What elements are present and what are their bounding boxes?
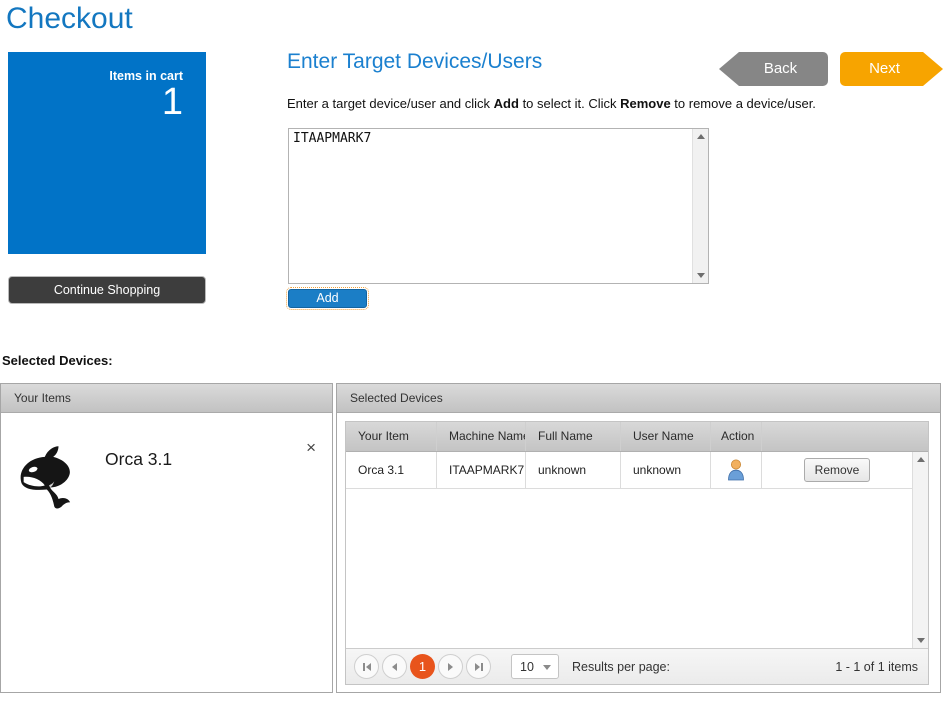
instruction-bold-remove: Remove: [620, 96, 671, 111]
column-header-remove: [762, 422, 928, 451]
cell-remove: Remove: [762, 452, 912, 488]
chevron-down-icon: [543, 665, 551, 670]
cell-your-item: Orca 3.1: [346, 452, 437, 488]
column-header-full-name: Full Name: [526, 422, 621, 451]
current-page-button[interactable]: 1: [410, 654, 435, 679]
previous-page-button[interactable]: [382, 654, 407, 679]
selected-devices-header: Selected Devices: [337, 384, 940, 413]
column-header-machine-name: Machine Name: [437, 422, 526, 451]
enter-target-heading: Enter Target Devices/Users: [287, 50, 542, 74]
checkout-page: Checkout Items in cart 1 Continue Shoppi…: [0, 0, 951, 701]
instruction-part3: to remove a device/user.: [671, 96, 816, 111]
table-row: Orca 3.1 ITAAPMARK7 unknown unknown Remo…: [346, 452, 912, 489]
next-button[interactable]: Next: [840, 52, 943, 86]
your-items-panel: Your Items Orca 3.1 ×: [0, 383, 333, 693]
scroll-down-icon[interactable]: [697, 273, 705, 278]
column-header-your-item: Your Item: [346, 422, 437, 451]
cell-action: [711, 452, 762, 488]
cart-count: 1: [162, 82, 183, 124]
back-button[interactable]: Back: [719, 52, 828, 86]
page-size-select[interactable]: 10: [511, 654, 559, 679]
add-button[interactable]: Add: [288, 289, 367, 308]
column-header-action: Action: [711, 422, 762, 451]
selected-devices-panel: Selected Devices Your Item Machine Name …: [336, 383, 941, 693]
instruction-bold-add: Add: [494, 96, 519, 111]
next-page-icon: [448, 663, 453, 671]
orca-icon: [11, 441, 87, 517]
selected-devices-grid: Your Item Machine Name Full Name User Na…: [345, 421, 929, 685]
device-input-scrollbar[interactable]: [692, 129, 708, 283]
continue-shopping-button[interactable]: Continue Shopping: [8, 276, 206, 304]
cart-item-name: Orca 3.1: [105, 449, 172, 470]
results-per-page-label: Results per page:: [572, 660, 670, 674]
grid-header-row: Your Item Machine Name Full Name User Na…: [346, 422, 928, 452]
last-page-button[interactable]: [466, 654, 491, 679]
cell-full-name: unknown: [526, 452, 621, 488]
instruction-part1: Enter a target device/user and click: [287, 96, 494, 111]
instruction-part2: to select it. Click: [519, 96, 620, 111]
device-input-wrap: ITAAPMARK7: [288, 128, 709, 284]
next-page-button[interactable]: [438, 654, 463, 679]
page-size-value: 10: [512, 660, 534, 674]
page-title: Checkout: [6, 2, 133, 36]
user-icon: [726, 458, 746, 482]
pager-bar: 1 10 Results per page: 1 - 1 of 1 items: [346, 648, 928, 684]
first-page-icon: [363, 663, 365, 671]
first-page-button[interactable]: [354, 654, 379, 679]
cell-user-name: unknown: [621, 452, 711, 488]
device-input[interactable]: ITAAPMARK7: [289, 129, 693, 283]
selected-devices-label: Selected Devices:: [2, 353, 113, 368]
last-page-arrow-icon: [475, 663, 480, 671]
remove-button[interactable]: Remove: [804, 458, 870, 482]
grid-scroll-up-icon[interactable]: [917, 457, 925, 462]
items-range-label: 1 - 1 of 1 items: [835, 660, 918, 674]
first-page-arrow-icon: [366, 663, 371, 671]
cart-item-row: Orca 3.1 ×: [1, 413, 332, 701]
previous-page-icon: [392, 663, 397, 671]
scroll-up-icon[interactable]: [697, 134, 705, 139]
your-items-header: Your Items: [1, 384, 332, 413]
instruction-text: Enter a target device/user and click Add…: [287, 96, 816, 111]
cell-machine-name: ITAAPMARK7: [437, 452, 526, 488]
cart-summary-box: Items in cart 1: [8, 52, 206, 254]
grid-scrollbar[interactable]: [912, 452, 928, 648]
column-header-user-name: User Name: [621, 422, 711, 451]
close-icon[interactable]: ×: [306, 441, 316, 455]
last-page-icon: [481, 663, 483, 671]
grid-scroll-down-icon[interactable]: [917, 638, 925, 643]
